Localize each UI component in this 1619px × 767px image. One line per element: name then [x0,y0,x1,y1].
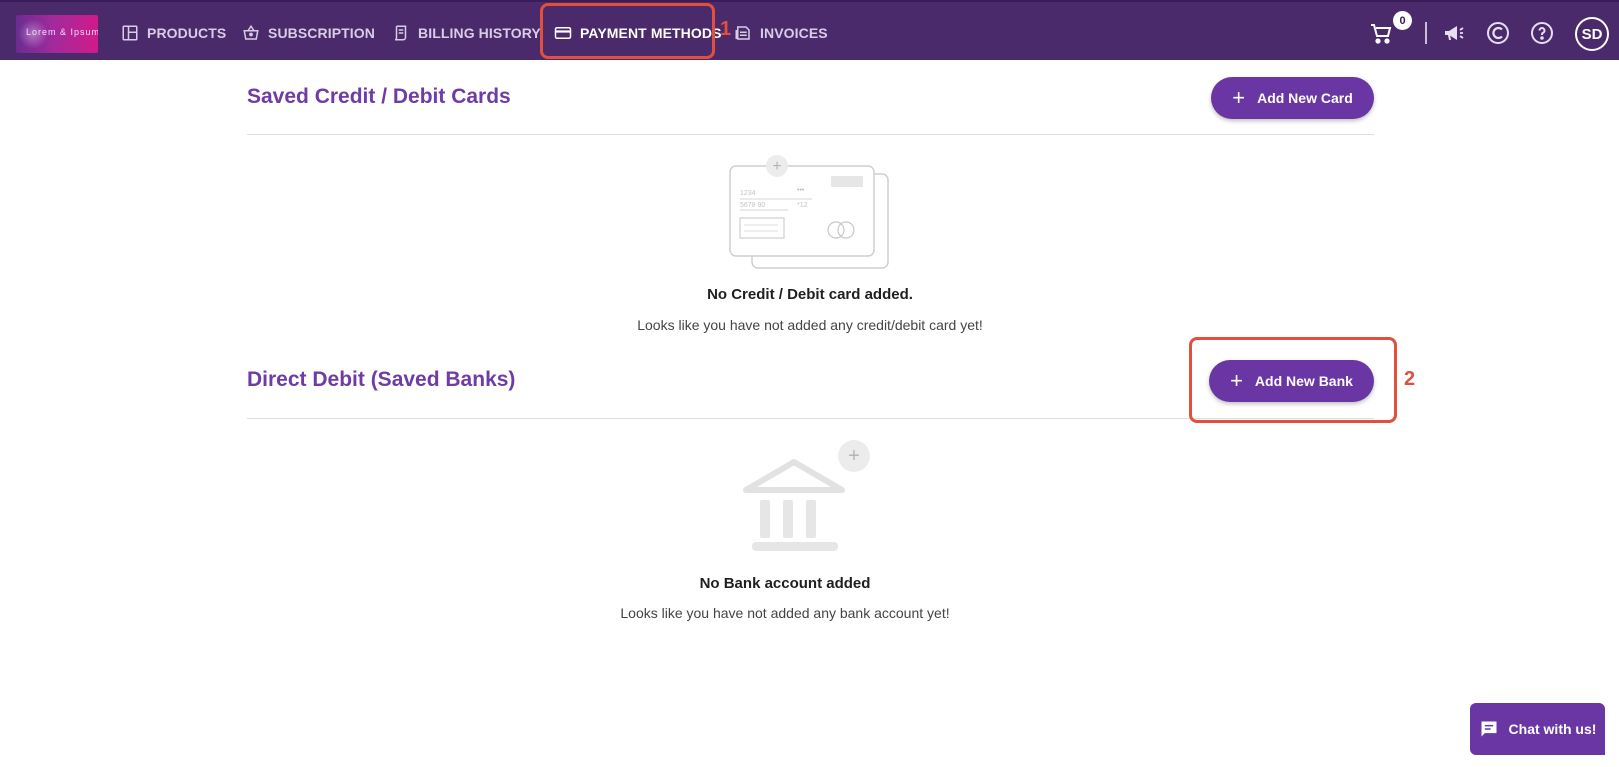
card-illustration-dots: ••• [797,187,805,194]
banks-empty-subtitle: Looks like you have not added any bank a… [620,605,950,621]
nav-subscription[interactable]: SUBSCRIPTION [242,21,375,45]
cart-count-badge: 0 [1393,11,1412,30]
add-new-card-label: Add New Card [1257,90,1353,106]
chat-icon [1481,721,1497,737]
chat-label: Chat with us! [1508,721,1597,737]
nav-billing-history-label: BILLING HISTORY [418,25,541,41]
nav-products[interactable]: PRODUCTS [121,21,226,45]
help-icon [1531,22,1553,44]
top-navigation-bar: Lorem & Ipsum PRODUCTS SUBSCRIPTION BILL… [0,0,1619,60]
cards-empty-subtitle: Looks like you have not added any credit… [637,317,983,333]
nav-billing-history[interactable]: BILLING HISTORY [392,21,541,45]
currency-button[interactable] [1485,20,1511,46]
banks-section-title: Direct Debit (Saved Banks) [247,368,516,391]
chat-with-us-button[interactable]: Chat with us! [1470,703,1605,755]
help-button[interactable] [1529,20,1555,46]
brand-logo-text: Lorem & Ipsum [26,27,98,37]
annotation-marker-2: 2 [1404,368,1416,390]
dashboard-icon [122,25,138,41]
cart-icon [1371,24,1392,44]
user-avatar[interactable]: SD [1575,17,1609,51]
card-illustration-number: 1234 [740,190,756,197]
nav-invoices[interactable]: INVOICES [734,21,828,45]
annotation-highlight-payment-methods [540,3,715,59]
svg-text:+: + [772,158,781,175]
cards-section-title: Saved Credit / Debit Cards [247,85,511,108]
annotation-marker-1: 1 [720,18,732,40]
cards-empty-title: No Credit / Debit card added. [707,286,913,303]
cards-section-divider [247,134,1374,135]
header-divider [1425,22,1427,44]
svg-text:+: + [848,445,860,467]
credit-card-illustration-icon: + 1234 ••• 5678 90 *12 [729,155,889,269]
brand-logo[interactable]: Lorem & Ipsum [16,15,98,53]
basket-icon [243,24,259,40]
currency-icon [1487,22,1509,44]
cart-button[interactable] [1368,20,1394,46]
document-icon [735,26,750,40]
nav-products-label: PRODUCTS [147,25,227,41]
annotation-highlight-add-new-bank [1189,337,1397,423]
nav-invoices-label: INVOICES [760,25,828,41]
card-illustration-expiry: *12 [797,202,808,209]
megaphone-icon [1445,26,1464,40]
announcements-button[interactable] [1441,20,1467,46]
receipt-icon [394,25,407,41]
banks-empty-title: No Bank account added [699,575,871,592]
card-illustration-number-2: 5678 90 [740,202,765,209]
nav-subscription-label: SUBSCRIPTION [268,25,375,41]
plus-icon: + [1232,85,1246,110]
bank-illustration-icon: + [743,440,870,551]
add-new-card-button[interactable]: + Add New Card [1211,77,1374,119]
